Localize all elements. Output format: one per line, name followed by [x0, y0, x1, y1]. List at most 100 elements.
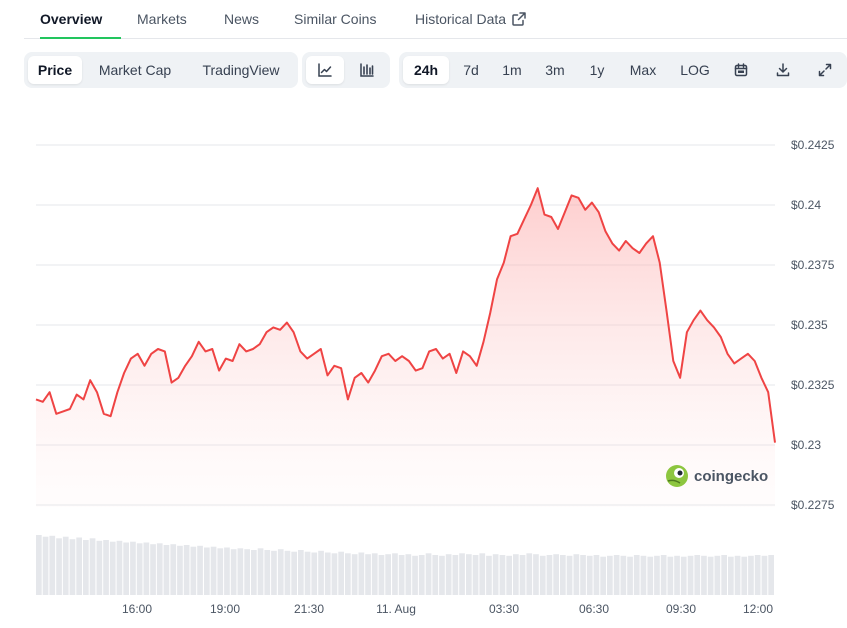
volume-bar — [291, 551, 297, 595]
volume-bar — [526, 553, 533, 595]
volume-bar — [660, 555, 667, 595]
price-chart[interactable]: $0.2425 $0.24 $0.2375 $0.235 $0.2325 $0.23 $0.… — [0, 95, 847, 628]
volume-bar — [573, 554, 580, 595]
volume-bar — [566, 555, 573, 595]
download-button[interactable] — [767, 56, 799, 84]
tab-news-label: News — [224, 11, 260, 27]
volume-bar — [486, 555, 492, 595]
range-selector: 24h 7d 1m 3m 1y Max LOG — [399, 52, 847, 88]
volume-bar — [89, 538, 96, 595]
volume-bar — [56, 538, 62, 595]
volume-bar — [42, 536, 49, 595]
tab-similar-coins[interactable]: Similar Coins — [294, 0, 376, 38]
volume-bar — [331, 553, 338, 595]
volume-bar — [378, 555, 385, 595]
x-axis-labels: 16:00 19:00 21:30 11. Aug 03:30 06:30 09:30 12:… — [122, 602, 773, 616]
tab-news[interactable]: News — [224, 0, 259, 38]
tab-overview[interactable]: Overview — [40, 0, 121, 39]
x-tick-label: 06:30 — [579, 602, 609, 616]
price-button[interactable]: Price — [28, 56, 82, 84]
candlestick-chart-button[interactable] — [348, 56, 386, 84]
tab-overview-label: Overview — [40, 11, 103, 27]
volume-bar — [694, 555, 701, 595]
volume-bar — [741, 556, 748, 595]
volume-bar — [304, 551, 311, 595]
tab-historical-data[interactable]: Historical Data — [415, 0, 526, 38]
tab-markets[interactable]: Markets — [137, 0, 187, 38]
volume-bar — [721, 555, 727, 595]
volume-bar — [385, 554, 391, 595]
x-tick-label: 12:00 — [743, 602, 773, 616]
y-tick-label: $0.24 — [791, 198, 821, 212]
volume-bar — [680, 556, 687, 595]
volume-bar — [284, 550, 291, 595]
external-link-icon — [512, 2, 526, 40]
volume-bar — [109, 541, 116, 595]
x-tick-label: 11. Aug — [376, 602, 416, 616]
volume-bar — [264, 550, 271, 595]
tab-markets-label: Markets — [137, 11, 187, 27]
y-tick-label: $0.23 — [791, 438, 821, 452]
volume-bar — [190, 546, 197, 595]
volume-bar — [506, 555, 512, 595]
volume-bar — [412, 555, 418, 595]
volume-bar — [405, 554, 412, 595]
range-7d-button[interactable]: 7d — [453, 56, 489, 84]
volume-bar — [560, 555, 566, 595]
volume-bar — [298, 550, 304, 595]
market-cap-button[interactable]: Market Cap — [86, 56, 184, 84]
volume-bar — [459, 553, 465, 595]
line-chart-button[interactable] — [306, 56, 344, 84]
volume-bar — [546, 555, 553, 595]
volume-bar — [768, 555, 774, 595]
volume-bar — [62, 536, 69, 595]
y-tick-label: $0.2425 — [791, 138, 835, 152]
volume-bar — [224, 547, 230, 595]
volume-bar — [714, 555, 721, 595]
volume-bar — [600, 556, 606, 595]
range-1y-button[interactable]: 1y — [579, 56, 615, 84]
calendar-button[interactable] — [725, 56, 757, 84]
volume-bar — [358, 552, 365, 595]
tab-historical-data-label: Historical Data — [415, 11, 507, 27]
volume-bar — [701, 555, 707, 595]
volume-bar — [76, 537, 82, 595]
chart-type-selector — [302, 52, 390, 88]
tradingview-button[interactable]: TradingView — [188, 56, 294, 84]
expand-button[interactable] — [809, 56, 841, 84]
volume-bar — [647, 556, 654, 595]
volume-bar — [197, 545, 203, 595]
volume-bar — [654, 555, 660, 595]
volume-bar — [318, 550, 324, 595]
range-max-button[interactable]: Max — [619, 56, 667, 84]
volume-bar — [365, 554, 371, 595]
x-tick-label: 16:00 — [122, 602, 152, 616]
volume-bar — [472, 555, 479, 595]
volume-bar — [36, 535, 42, 595]
x-tick-label: 21:30 — [294, 602, 324, 616]
volume-bar — [163, 545, 170, 595]
range-24h-button[interactable]: 24h — [403, 56, 449, 84]
volume-bar — [392, 553, 398, 595]
x-tick-label: 03:30 — [489, 602, 519, 616]
volume-bar — [627, 556, 633, 595]
volume-bar — [707, 556, 714, 595]
volume-bar — [607, 555, 613, 595]
coingecko-logo-icon — [666, 465, 688, 487]
volume-bar — [251, 550, 257, 595]
volume-bar — [130, 541, 136, 595]
volume-bar — [324, 552, 331, 595]
volume-bar — [103, 540, 109, 595]
volume-bar — [237, 548, 244, 595]
log-scale-button[interactable]: LOG — [671, 56, 719, 84]
range-1m-button[interactable]: 1m — [493, 56, 531, 84]
volume-bar — [210, 546, 217, 595]
x-tick-label: 09:30 — [666, 602, 696, 616]
tab-bar: Overview Markets News Similar Coins Hist… — [24, 0, 847, 39]
volume-bar — [150, 544, 156, 595]
range-3m-button[interactable]: 3m — [535, 56, 575, 84]
volume-bar — [513, 554, 519, 595]
volume-bar — [371, 553, 378, 595]
volume-bar — [466, 554, 472, 595]
volume-bar — [217, 548, 224, 595]
